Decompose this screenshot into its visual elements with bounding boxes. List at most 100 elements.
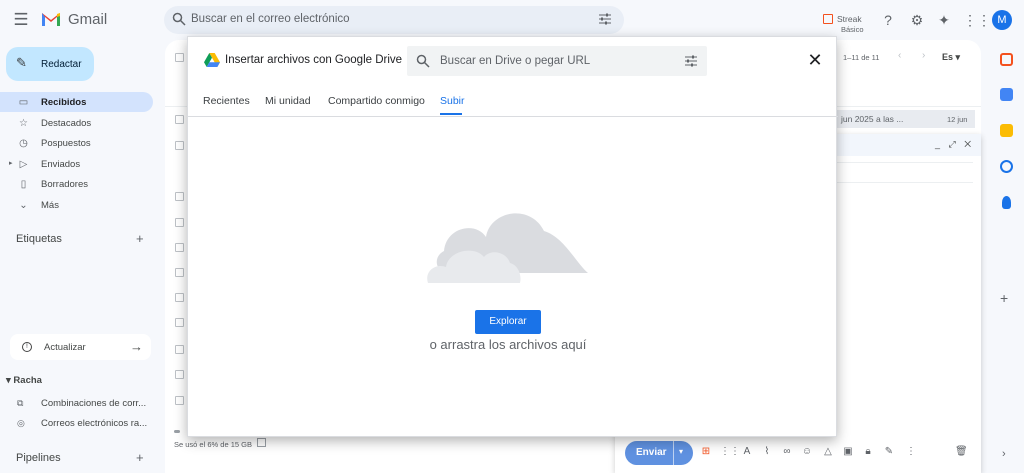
window-controls-icon[interactable]: _ ⤢ ✕ <box>935 139 974 150</box>
gemini-sparkle-icon[interactable]: ✦ <box>936 12 952 28</box>
emoji-icon[interactable]: ☺ <box>801 446 813 458</box>
sidebar-item-more[interactable]: ⌄ Más <box>0 195 160 215</box>
trash-icon[interactable]: 🗑︎ <box>955 446 968 458</box>
dialog-title: Insertar archivos con Google Drive <box>225 54 403 66</box>
contacts-icon[interactable] <box>1002 196 1011 209</box>
send-button[interactable]: Enviar ▾ <box>625 441 693 465</box>
streak-panel-icon[interactable] <box>1000 53 1013 66</box>
row-checkbox[interactable] <box>175 192 184 201</box>
row-checkbox[interactable] <box>175 141 184 150</box>
sidebar-item-label: Más <box>41 200 59 211</box>
draft-icon: ▯ <box>20 179 27 190</box>
row-checkbox[interactable] <box>175 293 184 302</box>
next-page-icon[interactable]: › <box>922 50 925 61</box>
send-options-chevron-icon[interactable]: ▾ <box>679 447 683 456</box>
racha-item[interactable]: ◎ Correos electrónicos ra... <box>0 415 160 431</box>
search-options-icon[interactable] <box>684 54 698 68</box>
prev-page-icon[interactable]: ‹ <box>898 50 901 61</box>
info-icon: ! <box>22 342 32 352</box>
gmail-logo-icon[interactable] <box>40 10 62 28</box>
row-checkbox[interactable] <box>175 243 184 252</box>
calendar-icon[interactable] <box>1000 88 1013 101</box>
streak-template-icon[interactable]: ⊞ <box>700 446 712 458</box>
more-options-icon[interactable]: ⋮ <box>905 446 917 458</box>
text-format-icon[interactable]: A <box>741 446 753 458</box>
tab-recent[interactable]: Recientes <box>203 95 250 107</box>
sidebar-item-inbox[interactable]: ▭ Recibidos <box>0 92 153 112</box>
sidebar-item-snoozed[interactable]: ◷ Pospuestos <box>0 133 160 153</box>
row-checkbox[interactable] <box>175 115 184 124</box>
side-panel: + <box>990 40 1024 473</box>
streak-badge[interactable]: Streak Básico <box>823 13 883 37</box>
add-pipeline-plus-icon[interactable]: + <box>136 450 144 465</box>
row-preview: jun 2025 a las ... <box>841 114 904 124</box>
streak-icon <box>823 14 833 24</box>
drive-search-placeholder[interactable]: Buscar en Drive o pegar URL <box>440 55 590 67</box>
streak-plan: Básico <box>841 25 864 34</box>
gear-icon[interactable]: ⚙ <box>909 12 925 28</box>
tab-shared-with-me[interactable]: Compartido conmigo <box>328 95 425 107</box>
drag-files-hint: o arrastra los archivos aquí <box>429 337 587 352</box>
search-icon[interactable] <box>172 12 186 26</box>
arrow-right-icon[interactable]: → <box>130 339 143 354</box>
update-label: Actualizar <box>44 342 86 353</box>
row-checkbox[interactable] <box>175 396 184 405</box>
sidebar-item-starred[interactable]: ☆ Destacados <box>0 113 160 133</box>
sidebar-item-sent[interactable]: ▸ ▷ Enviados <box>0 154 160 174</box>
search-placeholder[interactable]: Buscar en el correo electrónico <box>191 13 350 25</box>
tracking-icon: ◎ <box>17 418 25 428</box>
racha-item[interactable]: ⧉ Combinaciones de corr... <box>0 395 160 411</box>
clock-icon: ◷ <box>19 138 28 149</box>
expand-panel-chevron-icon[interactable]: › <box>1002 448 1006 460</box>
table-row[interactable]: jun 2025 a las ... 12 jun <box>835 110 975 128</box>
drive-search-input[interactable]: Buscar en Drive o pegar URL <box>407 46 707 76</box>
row-checkbox[interactable] <box>175 345 184 354</box>
sidebar-item-drafts[interactable]: ▯ Borradores <box>0 174 160 194</box>
help-icon[interactable]: ? <box>880 12 896 28</box>
storage-usage: Se usó el 6% de 15 GB <box>174 440 252 449</box>
racha-title: Racha <box>13 375 42 386</box>
sidebar-item-label: Enviados <box>41 159 81 170</box>
add-addon-plus-icon[interactable]: + <box>1000 290 1008 306</box>
search-options-icon[interactable] <box>598 12 612 26</box>
tabs-divider <box>188 116 838 117</box>
racha-heading[interactable]: ▾ Racha <box>6 375 42 386</box>
drive-icon[interactable]: △ <box>822 446 834 458</box>
drive-insert-dialog: Insertar archivos con Google Drive Busca… <box>187 36 838 437</box>
expand-arrow-icon[interactable]: ▸ <box>9 159 13 167</box>
mail-search-box[interactable]: Buscar en el correo electrónico <box>164 6 624 34</box>
pager-count: 1–11 de 11 <box>843 53 880 62</box>
menu-icon[interactable]: ☰ <box>12 11 30 29</box>
search-icon[interactable] <box>416 54 430 68</box>
select-all-checkbox[interactable] <box>175 53 184 62</box>
row-checkbox[interactable] <box>175 268 184 277</box>
labels-heading: Etiquetas <box>16 233 62 245</box>
row-checkbox[interactable] <box>175 218 184 227</box>
photo-icon[interactable]: ▣ <box>842 446 854 458</box>
keep-icon[interactable] <box>1000 124 1013 137</box>
open-external-icon[interactable] <box>257 438 266 447</box>
browse-button[interactable]: Explorar <box>475 310 541 334</box>
row-checkbox[interactable] <box>175 370 184 379</box>
attach-icon[interactable]: ⌇ <box>761 446 773 458</box>
avatar[interactable]: M <box>992 10 1012 30</box>
star-icon: ☆ <box>19 118 28 129</box>
row-date: 12 jun <box>947 115 968 124</box>
apps-grid-icon[interactable]: ⋮⋮ <box>963 12 991 28</box>
grid-icon[interactable]: ⋮⋮ <box>720 446 740 458</box>
link-icon[interactable]: ∞ <box>781 446 793 458</box>
add-label-plus-icon[interactable]: + <box>136 231 144 246</box>
top-bar: ☰ Gmail Buscar en el correo electrónico … <box>0 0 1024 40</box>
lock-icon[interactable]: 🔒︎ <box>862 446 874 458</box>
update-card[interactable]: ! Actualizar → <box>10 334 151 360</box>
gmail-wordmark: Gmail <box>68 11 108 28</box>
row-checkbox[interactable] <box>175 318 184 327</box>
signature-pen-icon[interactable]: ✎ <box>883 446 895 458</box>
compose-button[interactable]: ✎ Redactar <box>6 47 94 81</box>
tab-my-drive[interactable]: Mi unidad <box>265 95 311 107</box>
input-language-selector[interactable]: Es ▾ <box>942 52 960 63</box>
tasks-icon[interactable] <box>1000 160 1013 173</box>
close-icon[interactable]: ✕ <box>807 51 823 69</box>
sidebar-item-label: Recibidos <box>41 97 87 108</box>
tab-upload[interactable]: Subir <box>440 95 465 107</box>
